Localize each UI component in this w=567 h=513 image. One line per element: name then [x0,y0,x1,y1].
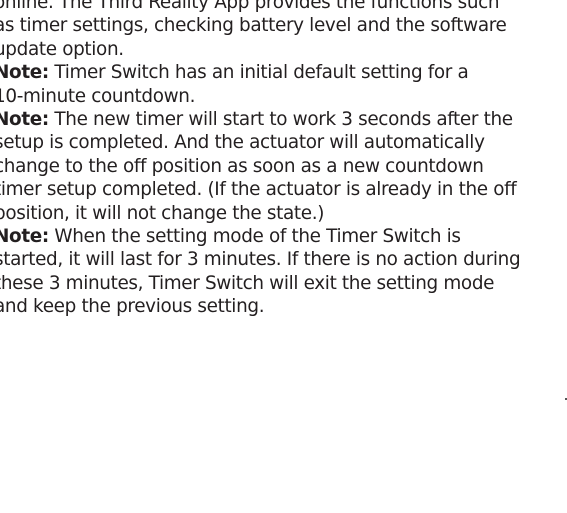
text-line: as timer settings, checking battery leve… [0,14,567,37]
line-text: When the setting mode of the Timer Switc… [48,225,461,247]
note-label: Note: [0,62,49,84]
note-label: Note: [0,225,49,247]
line-text: change to the off position as soon as a … [0,155,484,177]
text-line: 10-minute countdown. [0,85,567,108]
text-line: setup is completed. And the actuator wil… [0,131,567,154]
line-text: online. The Third Reality App provides t… [0,0,500,13]
line-text: as timer settings, checking battery leve… [0,15,507,37]
note-line-setting-mode: Note: When the setting mode of the Timer… [0,225,567,248]
line-text: setup is completed. And the actuator wil… [0,132,485,154]
text-line: and keep the previous setting. [0,295,567,318]
document-body: online. The Third Reality App provides t… [0,0,567,318]
note-line-new-timer: Note: The new timer will start to work 3… [0,108,567,131]
note-label: Note: [0,108,49,130]
line-text: and keep the previous setting. [0,296,265,318]
note-line-default-setting: Note: Timer Switch has an initial defaul… [0,61,567,84]
text-line: these 3 minutes, Timer Switch will exit … [0,272,567,295]
text-line: position, it will not change the state.) [0,202,567,225]
line-text: started, it will last for 3 minutes. If … [0,249,521,271]
text-line: started, it will last for 3 minutes. If … [0,248,567,271]
line-text: The new timer will start to work 3 secon… [48,108,513,130]
text-line: update option. [0,38,567,61]
line-text: timer setup completed. (If the actuator … [0,179,517,201]
line-text: update option. [0,38,124,60]
line-text: position, it will not change the state.) [0,202,325,224]
text-line: online. The Third Reality App provides t… [0,0,567,14]
line-text: Timer Switch has an initial default sett… [48,62,469,84]
text-line: timer setup completed. (If the actuator … [0,178,567,201]
text-line: change to the off position as soon as a … [0,155,567,178]
line-text: these 3 minutes, Timer Switch will exit … [0,272,495,294]
line-text: 10-minute countdown. [0,85,196,107]
